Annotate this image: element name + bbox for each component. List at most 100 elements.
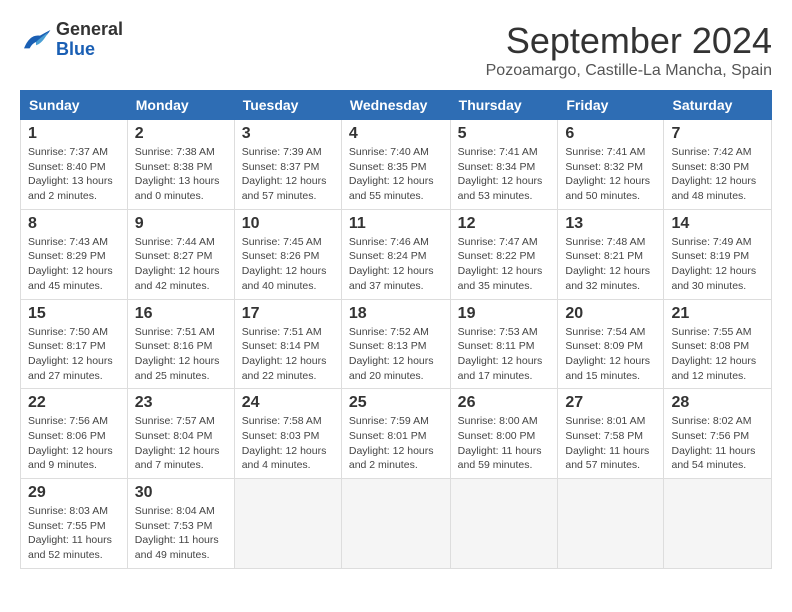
day-info: Sunrise: 7:40 AMSunset: 8:35 PMDaylight:…	[349, 145, 443, 204]
weekday-header-monday: Monday	[127, 91, 234, 120]
page-header: General Blue September 2024 Pozoamargo, …	[20, 20, 772, 80]
day-info: Sunrise: 7:51 AMSunset: 8:16 PMDaylight:…	[135, 325, 227, 384]
weekday-header-tuesday: Tuesday	[234, 91, 341, 120]
calendar-week-2: 8 Sunrise: 7:43 AMSunset: 8:29 PMDaylight…	[21, 209, 772, 299]
calendar-cell: 2 Sunrise: 7:38 AMSunset: 8:38 PMDaylight…	[127, 120, 234, 210]
day-number: 7	[671, 125, 764, 143]
calendar-cell: 23 Sunrise: 7:57 AMSunset: 8:04 PMDayligh…	[127, 389, 234, 479]
day-number: 19	[458, 305, 551, 323]
day-number: 11	[349, 215, 443, 233]
logo-icon	[20, 26, 52, 54]
logo-general: General	[56, 20, 123, 40]
calendar-cell: 21 Sunrise: 7:55 AMSunset: 8:08 PMDayligh…	[664, 299, 772, 389]
day-number: 20	[565, 305, 656, 323]
day-number: 12	[458, 215, 551, 233]
day-number: 28	[671, 394, 764, 412]
calendar-week-4: 22Sunrise: 7:56 AMSunset: 8:06 PMDayligh…	[21, 389, 772, 479]
calendar-cell: 20 Sunrise: 7:54 AMSunset: 8:09 PMDayligh…	[558, 299, 664, 389]
calendar-cell: 15 Sunrise: 7:50 AMSunset: 8:17 PMDayligh…	[21, 299, 128, 389]
calendar-cell: 25 Sunrise: 7:59 AMSunset: 8:01 PMDayligh…	[341, 389, 450, 479]
calendar-cell: 1Sunrise: 7:37 AMSunset: 8:40 PMDaylight…	[21, 120, 128, 210]
day-info: Sunrise: 7:57 AMSunset: 8:04 PMDaylight:…	[135, 414, 227, 473]
day-info: Sunrise: 8:04 AMSunset: 7:53 PMDaylight:…	[135, 504, 227, 563]
day-number: 18	[349, 305, 443, 323]
day-info: Sunrise: 7:37 AMSunset: 8:40 PMDaylight:…	[28, 145, 120, 204]
day-info: Sunrise: 7:45 AMSunset: 8:26 PMDaylight:…	[242, 235, 334, 294]
logo-blue: Blue	[56, 40, 123, 60]
weekday-header-thursday: Thursday	[450, 91, 558, 120]
month-title: September 2024	[486, 20, 772, 62]
logo-text: General Blue	[56, 20, 123, 60]
weekday-header-friday: Friday	[558, 91, 664, 120]
day-number: 25	[349, 394, 443, 412]
day-number: 27	[565, 394, 656, 412]
calendar-cell: 9 Sunrise: 7:44 AMSunset: 8:27 PMDaylight…	[127, 209, 234, 299]
calendar-cell: 24Sunrise: 7:58 AMSunset: 8:03 PMDayligh…	[234, 389, 341, 479]
calendar-week-1: 1Sunrise: 7:37 AMSunset: 8:40 PMDaylight…	[21, 120, 772, 210]
day-info: Sunrise: 7:50 AMSunset: 8:17 PMDaylight:…	[28, 325, 120, 384]
calendar-week-3: 15 Sunrise: 7:50 AMSunset: 8:17 PMDayligh…	[21, 299, 772, 389]
day-info: Sunrise: 8:02 AMSunset: 7:56 PMDaylight:…	[671, 414, 764, 473]
calendar-cell: 12 Sunrise: 7:47 AMSunset: 8:22 PMDayligh…	[450, 209, 558, 299]
day-info: Sunrise: 7:56 AMSunset: 8:06 PMDaylight:…	[28, 414, 120, 473]
day-info: Sunrise: 7:46 AMSunset: 8:24 PMDaylight:…	[349, 235, 443, 294]
day-info: Sunrise: 7:43 AMSunset: 8:29 PMDaylight:…	[28, 235, 120, 294]
day-number: 21	[671, 305, 764, 323]
calendar-cell: 28 Sunrise: 8:02 AMSunset: 7:56 PMDayligh…	[664, 389, 772, 479]
calendar-cell: 7Sunrise: 7:42 AMSunset: 8:30 PMDaylight…	[664, 120, 772, 210]
calendar-cell: 10 Sunrise: 7:45 AMSunset: 8:26 PMDayligh…	[234, 209, 341, 299]
day-info: Sunrise: 7:47 AMSunset: 8:22 PMDaylight:…	[458, 235, 551, 294]
calendar-cell: 11 Sunrise: 7:46 AMSunset: 8:24 PMDayligh…	[341, 209, 450, 299]
day-info: Sunrise: 7:48 AMSunset: 8:21 PMDaylight:…	[565, 235, 656, 294]
calendar-cell: 14 Sunrise: 7:49 AMSunset: 8:19 PMDayligh…	[664, 209, 772, 299]
day-info: Sunrise: 7:52 AMSunset: 8:13 PMDaylight:…	[349, 325, 443, 384]
day-info: Sunrise: 7:51 AMSunset: 8:14 PMDaylight:…	[242, 325, 334, 384]
calendar-cell	[234, 479, 341, 569]
calendar-cell	[450, 479, 558, 569]
day-info: Sunrise: 7:58 AMSunset: 8:03 PMDaylight:…	[242, 414, 334, 473]
day-info: Sunrise: 7:38 AMSunset: 8:38 PMDaylight:…	[135, 145, 227, 204]
calendar-cell: 19 Sunrise: 7:53 AMSunset: 8:11 PMDayligh…	[450, 299, 558, 389]
day-info: Sunrise: 7:54 AMSunset: 8:09 PMDaylight:…	[565, 325, 656, 384]
day-number: 13	[565, 215, 656, 233]
calendar-cell	[664, 479, 772, 569]
weekday-header-wednesday: Wednesday	[341, 91, 450, 120]
day-info: Sunrise: 7:55 AMSunset: 8:08 PMDaylight:…	[671, 325, 764, 384]
day-info: Sunrise: 8:00 AMSunset: 8:00 PMDaylight:…	[458, 414, 551, 473]
calendar-cell: 26 Sunrise: 8:00 AMSunset: 8:00 PMDayligh…	[450, 389, 558, 479]
day-number: 6	[565, 125, 656, 143]
day-number: 15	[28, 305, 120, 323]
day-number: 29	[28, 484, 120, 502]
calendar-cell: 17Sunrise: 7:51 AMSunset: 8:14 PMDayligh…	[234, 299, 341, 389]
calendar-cell: 8 Sunrise: 7:43 AMSunset: 8:29 PMDaylight…	[21, 209, 128, 299]
calendar-cell: 22Sunrise: 7:56 AMSunset: 8:06 PMDayligh…	[21, 389, 128, 479]
day-info: Sunrise: 7:59 AMSunset: 8:01 PMDaylight:…	[349, 414, 443, 473]
weekday-header-saturday: Saturday	[664, 91, 772, 120]
calendar-cell: 5Sunrise: 7:41 AMSunset: 8:34 PMDaylight…	[450, 120, 558, 210]
calendar-cell: 27Sunrise: 8:01 AMSunset: 7:58 PMDayligh…	[558, 389, 664, 479]
location-title: Pozoamargo, Castille-La Mancha, Spain	[486, 62, 772, 80]
day-number: 14	[671, 215, 764, 233]
day-info: Sunrise: 7:39 AMSunset: 8:37 PMDaylight:…	[242, 145, 334, 204]
day-number: 30	[135, 484, 227, 502]
day-number: 9	[135, 215, 227, 233]
calendar-cell: 16Sunrise: 7:51 AMSunset: 8:16 PMDayligh…	[127, 299, 234, 389]
calendar-cell: 29 Sunrise: 8:03 AMSunset: 7:55 PMDayligh…	[21, 479, 128, 569]
day-number: 3	[242, 125, 334, 143]
day-number: 10	[242, 215, 334, 233]
day-number: 8	[28, 215, 120, 233]
day-info: Sunrise: 8:03 AMSunset: 7:55 PMDaylight:…	[28, 504, 120, 563]
day-info: Sunrise: 7:44 AMSunset: 8:27 PMDaylight:…	[135, 235, 227, 294]
calendar-week-5: 29 Sunrise: 8:03 AMSunset: 7:55 PMDayligh…	[21, 479, 772, 569]
day-number: 26	[458, 394, 551, 412]
day-number: 2	[135, 125, 227, 143]
logo: General Blue	[20, 20, 123, 60]
day-info: Sunrise: 7:53 AMSunset: 8:11 PMDaylight:…	[458, 325, 551, 384]
day-info: Sunrise: 7:41 AMSunset: 8:34 PMDaylight:…	[458, 145, 551, 204]
calendar-cell: 13 Sunrise: 7:48 AMSunset: 8:21 PMDayligh…	[558, 209, 664, 299]
day-info: Sunrise: 7:41 AMSunset: 8:32 PMDaylight:…	[565, 145, 656, 204]
day-info: Sunrise: 7:49 AMSunset: 8:19 PMDaylight:…	[671, 235, 764, 294]
day-number: 23	[135, 394, 227, 412]
title-area: September 2024 Pozoamargo, Castille-La M…	[486, 20, 772, 80]
day-number: 4	[349, 125, 443, 143]
